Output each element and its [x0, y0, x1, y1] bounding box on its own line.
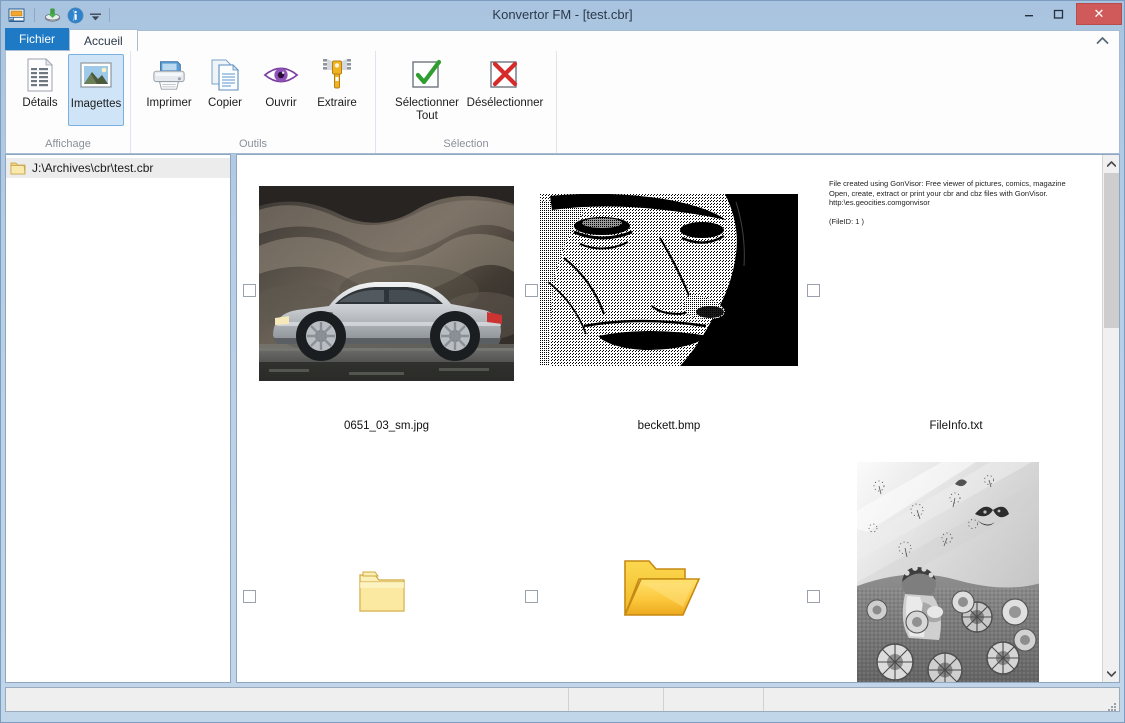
thumbnail-canvas: 0651_03_sm.jpg beckett.bmp File created …	[237, 155, 1102, 682]
ouvrir-button-label: Ouvrir	[265, 97, 297, 109]
thumbnail-checkbox[interactable]	[807, 590, 820, 603]
vertical-scrollbar[interactable]	[1102, 155, 1119, 682]
eye-open-icon	[263, 57, 299, 93]
thumbnail-fileinfo-text[interactable]: File created using GonVisor: Free viewer…	[825, 176, 1087, 356]
thumbnail-folder-open[interactable]	[621, 553, 701, 625]
thumbnail-checkbox[interactable]	[525, 590, 538, 603]
collapse-ribbon-chevron-icon[interactable]	[1096, 32, 1109, 50]
sidebar-item-label: J:\Archives\cbr\test.cbr	[32, 161, 154, 175]
qat-separator-2	[109, 8, 110, 22]
fileinfo-line-5: (FileID: 1 )	[829, 217, 865, 226]
select-all-button-label: Sélectionner Tout	[395, 97, 459, 122]
tab-fichier[interactable]: Fichier	[5, 28, 70, 50]
ribbon-group-selection: Sélectionner Tout Désélectionner Sélecti…	[376, 51, 557, 153]
ribbon-group-label-outils: Outils	[238, 138, 268, 150]
status-panel-4	[764, 688, 1119, 711]
thumbnail-beckett-portrait[interactable]	[540, 194, 798, 366]
thumbnail-checkbox[interactable]	[243, 284, 256, 297]
imagettes-button-label: Imagettes	[70, 98, 122, 110]
window-bottom-border	[1, 712, 1124, 722]
thumbnail-filename-label: 0651_03_sm.jpg	[343, 420, 430, 432]
folder-icon	[10, 161, 26, 175]
ouvrir-button[interactable]: Ouvrir	[253, 54, 309, 126]
window-controls: ✕	[1014, 3, 1122, 25]
thumbnail-filename-label: beckett.bmp	[637, 420, 701, 432]
maximize-button[interactable]	[1043, 4, 1072, 25]
thumbnail-filename-label: FileInfo.txt	[929, 420, 983, 432]
deselect-button[interactable]: Désélectionner	[466, 54, 544, 126]
close-button[interactable]: ✕	[1076, 3, 1122, 25]
ribbon-group-affichage: Détails Imagettes Affichage	[6, 51, 131, 153]
main-body: J:\Archives\cbr\test.cbr 0651_03_sm.jpg …	[1, 154, 1124, 683]
fileinfo-line-3: http:\es.geocities.comgonvisor	[829, 198, 930, 207]
info-icon[interactable]	[65, 5, 85, 25]
deselect-button-label: Désélectionner	[466, 97, 544, 109]
sidebar-item-archive[interactable]: J:\Archives\cbr\test.cbr	[6, 158, 230, 178]
fileinfo-line-1: File created using GonVisor: Free viewer…	[829, 179, 1066, 188]
copier-button-label: Copier	[208, 97, 242, 109]
checkbox-red-cross-icon	[487, 57, 523, 93]
ribbon-panel: Détails Imagettes Affichage Imprimer Cop…	[5, 51, 1120, 154]
quick-access-toolbar	[1, 4, 114, 26]
copy-documents-icon	[207, 57, 243, 93]
imprimer-button-label: Imprimer	[146, 97, 192, 109]
window-title: Konvertor FM - [test.cbr]	[492, 7, 633, 22]
scroll-up-arrow-icon[interactable]	[1103, 155, 1119, 172]
customize-chevron-icon[interactable]	[88, 6, 102, 24]
checkbox-green-check-icon	[409, 57, 445, 93]
extraire-button-label: Extraire	[317, 97, 357, 109]
app-icon[interactable]	[7, 5, 27, 25]
fileinfo-line-blank	[829, 208, 1083, 218]
save-icon[interactable]	[42, 5, 62, 25]
status-bar	[5, 687, 1120, 712]
thumbnail-checkbox[interactable]	[525, 284, 538, 297]
folder-tree-sidebar[interactable]: J:\Archives\cbr\test.cbr	[5, 154, 231, 683]
thumbnail-checkbox[interactable]	[243, 590, 256, 603]
details-list-icon	[22, 57, 58, 93]
status-panel-3	[664, 688, 764, 711]
ribbon-group-label-selection: Sélection	[443, 138, 489, 150]
ribbon-area: Fichier Accueil Détails Imagettes Affich…	[1, 28, 1124, 154]
select-all-button[interactable]: Sélectionner Tout	[388, 54, 466, 126]
thumbnails-picture-icon	[78, 58, 114, 94]
details-button[interactable]: Détails	[12, 54, 68, 126]
ribbon-empty-space	[557, 51, 1119, 153]
ribbon-group-label-affichage: Affichage	[45, 138, 91, 150]
imprimer-button[interactable]: Imprimer	[141, 54, 197, 126]
ribbon-tab-row: Fichier Accueil	[5, 28, 1120, 51]
tab-row-filler	[137, 30, 1120, 51]
zipper-extract-icon	[319, 57, 355, 93]
status-panel-1	[6, 688, 569, 711]
thumbnail-checkbox[interactable]	[807, 284, 820, 297]
copier-button[interactable]: Copier	[197, 54, 253, 126]
resize-grip-icon[interactable]	[1107, 699, 1117, 711]
thumbnail-folder-closed[interactable]	[357, 568, 411, 616]
printer-icon	[151, 57, 187, 93]
qat-separator-1	[34, 8, 35, 22]
application-window: Konvertor FM - [test.cbr] ✕ Fichier Accu…	[0, 0, 1125, 723]
thumbnail-view[interactable]: 0651_03_sm.jpg beckett.bmp File created …	[236, 154, 1120, 683]
status-panel-2	[569, 688, 664, 711]
details-button-label: Détails	[22, 97, 58, 109]
title-bar: Konvertor FM - [test.cbr] ✕	[1, 1, 1124, 29]
scrollbar-thumb[interactable]	[1104, 173, 1119, 328]
minimize-button[interactable]	[1014, 4, 1043, 25]
imagettes-button[interactable]: Imagettes	[68, 54, 124, 126]
ribbon-group-outils: Imprimer Copier Ouvrir Extraire Outils	[131, 51, 376, 153]
extraire-button[interactable]: Extraire	[309, 54, 365, 126]
thumbnail-car-photo[interactable]	[259, 186, 514, 381]
tab-accueil[interactable]: Accueil	[69, 29, 138, 51]
fileinfo-line-2: Open, create, extract or print your cbr …	[829, 188, 1048, 198]
thumbnail-flower-illustration[interactable]	[857, 462, 1039, 682]
scroll-down-arrow-icon[interactable]	[1103, 665, 1119, 682]
